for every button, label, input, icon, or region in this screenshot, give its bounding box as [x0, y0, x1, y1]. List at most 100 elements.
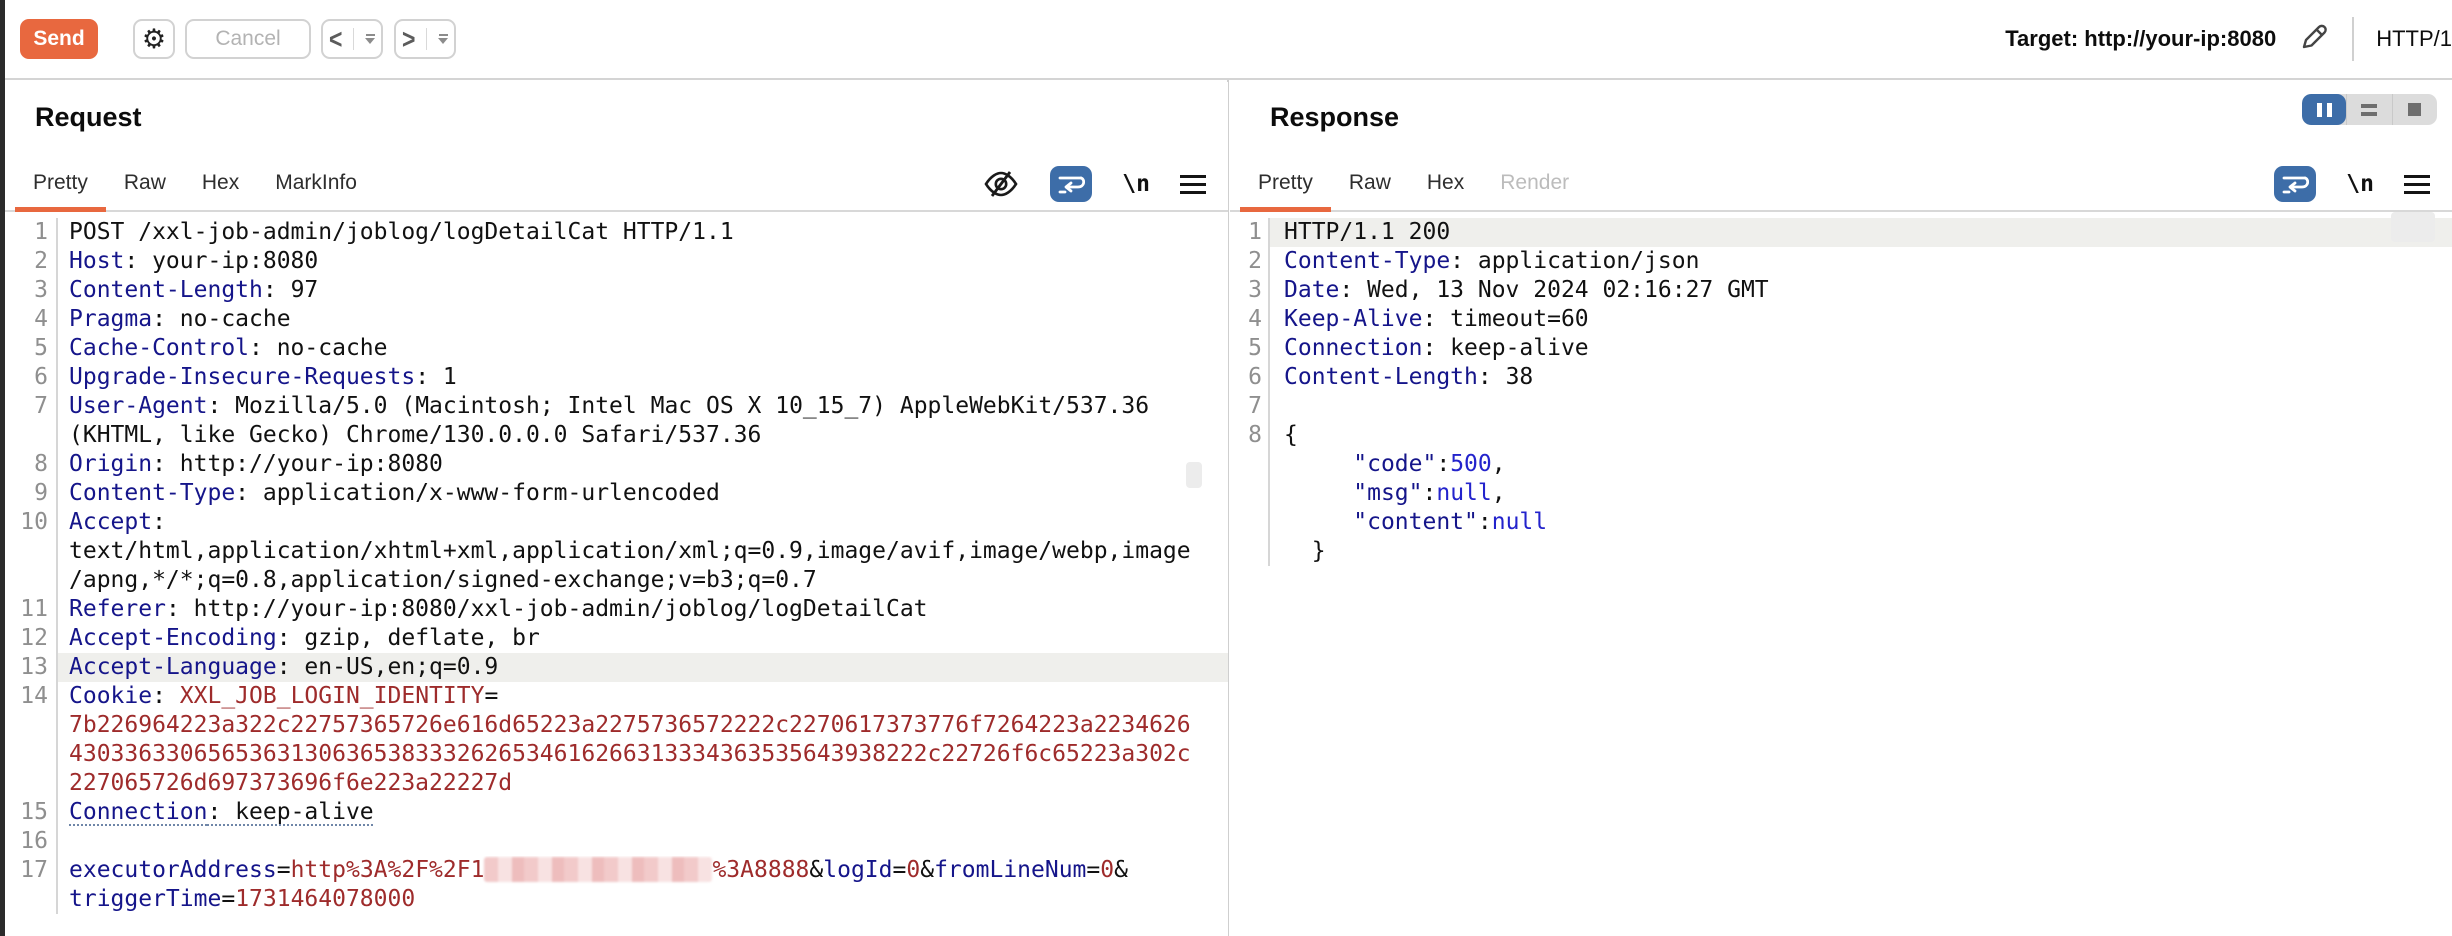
- code-segment: =: [484, 683, 498, 709]
- code-segment: "code": [1353, 451, 1436, 477]
- line-number: 10: [5, 508, 48, 537]
- response-tab-raw[interactable]: Raw: [1331, 171, 1409, 210]
- response-tab-render: Render: [1482, 171, 1587, 210]
- code-segment: Connection: [69, 799, 207, 825]
- code-segment: Keep-Alive: [1284, 306, 1422, 332]
- line-number: 5: [5, 334, 48, 363]
- code-segment: Origin: [69, 451, 152, 477]
- code-line: 7User-Agent: Mozilla/5.0 (Macintosh; Int…: [5, 392, 1228, 421]
- editor-menu-icon[interactable]: [2404, 175, 2430, 194]
- request-scrollbar-thumb[interactable]: [1186, 462, 1202, 488]
- code-segment: : application/x-www-form-urlencoded: [235, 480, 720, 506]
- line-content: executorAddress=http%3A%2F%2F1%3A8888&lo…: [56, 856, 1228, 885]
- line-content: "msg":null,: [1268, 479, 2452, 508]
- line-number: [1230, 508, 1262, 537]
- request-panel: Request Pretty Raw Hex MarkInfo: [5, 82, 1228, 936]
- code-segment: Host: [69, 248, 124, 274]
- response-scrollbar-thumb[interactable]: [2391, 212, 2435, 242]
- pause-icon: [2317, 103, 2332, 117]
- word-wrap-icon[interactable]: [1050, 166, 1092, 202]
- hide-nonprintable-icon[interactable]: [982, 169, 1020, 199]
- code-segment: ,: [1492, 451, 1506, 477]
- edit-target-pencil-icon[interactable]: [2298, 21, 2330, 58]
- pause-button[interactable]: [2302, 94, 2346, 125]
- stop-square-icon: [2408, 103, 2421, 116]
- history-dropdown-icon[interactable]: [438, 34, 448, 44]
- code-line: 5Connection: keep-alive: [1230, 334, 2452, 363]
- code-segment: : en-US,en;q=0.9: [277, 654, 499, 680]
- next-request-button[interactable]: >: [394, 19, 456, 59]
- request-view-icons: \n: [982, 166, 1206, 210]
- code-line: 13Accept-Language: en-US,en;q=0.9: [5, 653, 1228, 682]
- code-segment: =: [277, 857, 291, 883]
- line-content: [56, 827, 1228, 856]
- request-editor[interactable]: 1 POST /xxl-job-admin/joblog/logDetailCat…: [5, 218, 1228, 936]
- target-section: Target: http://your-ip:8080 HTTP/1: [2005, 17, 2452, 61]
- code-segment: Content-Type: [69, 480, 235, 506]
- code-segment: Referer: [69, 596, 166, 622]
- request-tab-pretty[interactable]: Pretty: [15, 171, 106, 210]
- line-content: "content":null: [1268, 508, 2452, 537]
- code-line: /apng,*/*;q=0.8,application/signed-excha…: [5, 566, 1228, 595]
- code-segment: Content-Length: [69, 277, 263, 303]
- word-wrap-icon[interactable]: [2274, 166, 2316, 202]
- line-content: Content-Length: 38: [1268, 363, 2452, 392]
- code-segment: executorAddress: [69, 857, 277, 883]
- code-line: 10Accept:: [5, 508, 1228, 537]
- line-number: 8: [5, 450, 48, 479]
- code-segment: POST /xxl-job-admin/joblog/logDetailCat …: [69, 219, 734, 245]
- code-segment: :: [1436, 451, 1450, 477]
- code-segment: XXL_JOB_LOGIN_IDENTITY: [180, 683, 485, 709]
- request-tab-markinfo[interactable]: MarkInfo: [257, 171, 375, 210]
- show-newlines-icon[interactable]: \n: [2346, 171, 2374, 197]
- button-divider: [353, 28, 354, 50]
- line-number: [5, 769, 48, 798]
- code-segment: : keep-alive: [1422, 335, 1588, 361]
- cancel-button[interactable]: Cancel: [185, 19, 311, 59]
- code-segment: =: [1086, 857, 1100, 883]
- code-segment: :: [152, 509, 166, 535]
- code-line: 14Cookie: XXL_JOB_LOGIN_IDENTITY=: [5, 682, 1228, 711]
- code-line: 6Content-Length: 38: [1230, 363, 2452, 392]
- toolbar-divider: [2352, 17, 2354, 61]
- line-number: 11: [5, 595, 48, 624]
- code-segment: :: [1423, 480, 1437, 506]
- show-newlines-icon[interactable]: \n: [1122, 171, 1150, 197]
- response-editor[interactable]: 1HTTP/1.1 2002Content-Type: application/…: [1230, 218, 2452, 936]
- code-segment: 7b226964223a322c22757365726e616d65223a22…: [69, 712, 1191, 738]
- line-content: Referer: http://your-ip:8080/xxl-job-adm…: [56, 595, 1228, 624]
- line-content: [1268, 392, 2452, 421]
- stop-button[interactable]: [2392, 94, 2437, 125]
- request-tabbar: Pretty Raw Hex MarkInfo \n: [5, 164, 1228, 212]
- code-segment: : no-cache: [249, 335, 387, 361]
- code-line: 2Content-Type: application/json: [1230, 247, 2452, 276]
- line-number: 1: [5, 218, 48, 247]
- code-line: 7: [1230, 392, 2452, 421]
- code-line: text/html,application/xhtml+xml,applicat…: [5, 537, 1228, 566]
- gear-icon: ⚙: [142, 24, 166, 55]
- line-number: [5, 537, 48, 566]
- code-line: 12Accept-Encoding: gzip, deflate, br: [5, 624, 1228, 653]
- editor-menu-icon[interactable]: [1180, 175, 1206, 194]
- line-number: [5, 711, 48, 740]
- code-segment: fromLineNum: [934, 857, 1086, 883]
- line-number: [1230, 479, 1262, 508]
- history-dropdown-icon[interactable]: [365, 34, 375, 44]
- settings-button[interactable]: ⚙: [133, 19, 175, 59]
- code-segment: [1284, 509, 1353, 535]
- request-tab-hex[interactable]: Hex: [184, 171, 257, 210]
- code-line: 8{: [1230, 421, 2452, 450]
- line-number: 16: [5, 827, 48, 856]
- send-button[interactable]: Send: [20, 19, 98, 59]
- response-tab-pretty[interactable]: Pretty: [1240, 171, 1331, 210]
- response-tab-hex[interactable]: Hex: [1409, 171, 1482, 210]
- line-number: 7: [1230, 392, 1262, 421]
- line-number: 8: [1230, 421, 1262, 450]
- line-number: 4: [1230, 305, 1262, 334]
- code-segment: ,: [1492, 480, 1506, 506]
- lines-view-button[interactable]: [2346, 94, 2391, 125]
- code-segment: "content": [1353, 509, 1478, 535]
- code-segment: triggerTime: [69, 886, 221, 912]
- prev-request-button[interactable]: <: [321, 19, 383, 59]
- request-tab-raw[interactable]: Raw: [106, 171, 184, 210]
